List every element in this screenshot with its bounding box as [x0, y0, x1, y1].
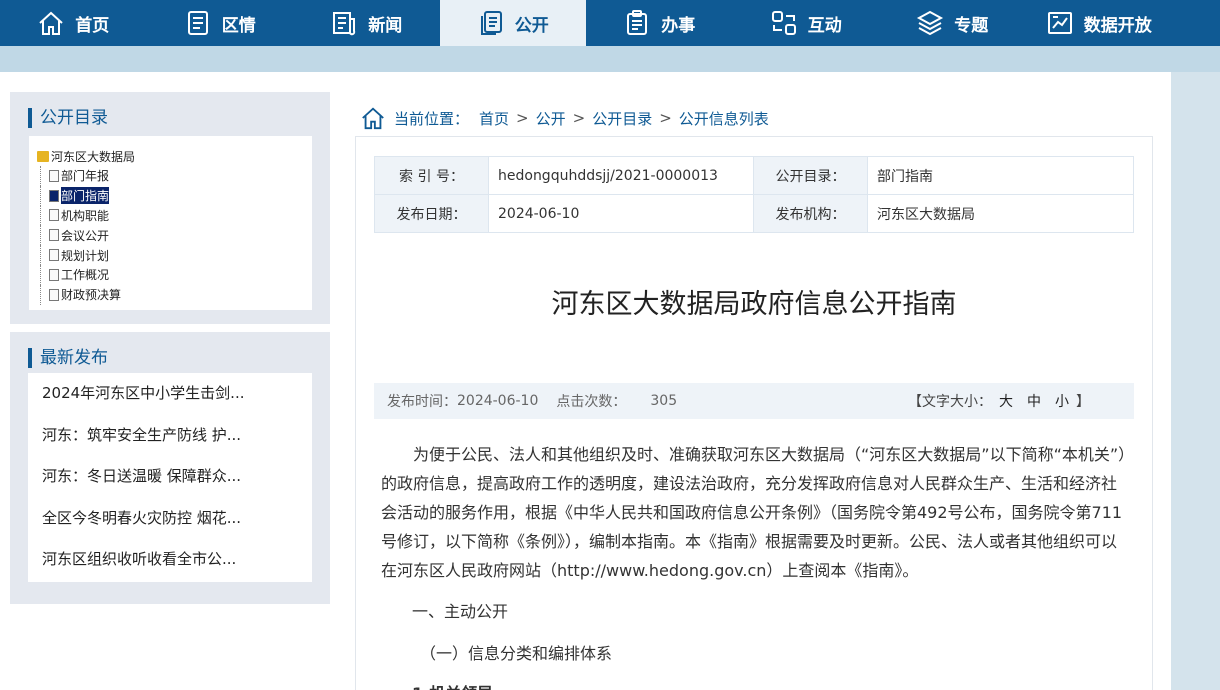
top-navigation: 首页 区情 新闻 公开 办事 互动 专题 数据开放	[0, 0, 1220, 46]
latest-item[interactable]: 全区今冬明春火灾防控 烟花...	[28, 498, 312, 540]
layers-icon	[917, 10, 944, 36]
document-icon	[187, 11, 208, 35]
breadcrumb-separator: >	[659, 109, 672, 127]
latest-item[interactable]: 2024年河东区中小学生击剑...	[28, 373, 312, 415]
font-small-button[interactable]: 小	[1055, 391, 1069, 411]
nav-item-news[interactable]: 新闻	[293, 0, 440, 46]
publish-time-label: 发布时间：	[387, 394, 457, 410]
files-icon	[480, 11, 502, 35]
catalog-label: 公开目录：	[753, 156, 868, 195]
tree-item-label: 规划计划	[61, 248, 110, 263]
latest-list: 2024年河东区中小学生击剑... 河东：筑牢安全生产防线 护... 河东：冬日…	[28, 373, 312, 582]
document-icon	[49, 229, 59, 242]
home-icon	[39, 11, 63, 35]
catalog-box: 公开目录 河东区大数据局 部门年报 部门指南 机构职能 会议公开 规划计划 工作…	[10, 92, 330, 324]
breadcrumb-prefix: 当前位置：	[394, 109, 470, 128]
tree-item-label: 部门指南	[61, 187, 110, 205]
nav-item-interaction[interactable]: 互动	[733, 0, 880, 46]
item-heading: 1.机关领导	[412, 680, 493, 690]
newspaper-icon	[333, 12, 356, 36]
font-size-open: 【文字大小：	[908, 394, 992, 410]
document-title: 河东区大数据局政府信息公开指南	[551, 289, 957, 320]
font-size-close: 】	[1076, 394, 1090, 410]
nav-label: 公开	[514, 15, 549, 36]
breadcrumb-list[interactable]: 公开信息列表	[679, 108, 769, 129]
data-chart-icon	[1047, 12, 1072, 34]
document-icon	[49, 268, 59, 281]
font-medium-button[interactable]: 中	[1027, 391, 1041, 411]
font-large-button[interactable]: 大	[999, 391, 1013, 411]
document-icon	[49, 209, 59, 222]
nav-item-open[interactable]: 公开	[439, 0, 586, 46]
tree-item-selected[interactable]: 部门指南	[39, 185, 121, 206]
index-value: hedongquhddsjj/2021-0000013	[488, 156, 754, 195]
nav-label: 区情	[221, 15, 256, 36]
section-heading: 一、主动公开	[412, 602, 509, 621]
tree-item[interactable]: 工作概况	[39, 264, 121, 285]
tree-item-label: 机构职能	[61, 208, 110, 223]
nav-item-open-data[interactable]: 数据开放	[1026, 0, 1173, 46]
publish-time: 2024-06-10	[457, 393, 539, 409]
tree-item[interactable]: 部门年报	[39, 166, 121, 186]
breadcrumb-home[interactable]: 首页	[479, 108, 509, 129]
index-label: 索 引 号：	[374, 156, 489, 195]
catalog-value: 部门指南	[867, 156, 1134, 195]
date-value: 2024-06-10	[488, 194, 754, 233]
tree-item-label: 工作概况	[61, 268, 110, 283]
document-icon	[49, 189, 59, 202]
tree-item[interactable]: 财政预决算	[39, 284, 122, 305]
home-icon	[362, 107, 384, 130]
folder-icon	[37, 151, 49, 162]
latest-item[interactable]: 河东区组织收听收看全市公...	[28, 539, 312, 581]
nav-label: 首页	[75, 15, 110, 36]
latest-item[interactable]: 河东：筑牢安全生产防线 护...	[28, 415, 312, 457]
nav-label: 互动	[807, 15, 842, 36]
org-value: 河东区大数据局	[867, 194, 1134, 233]
tree-list: 部门年报 部门指南 机构职能 会议公开 规划计划 工作概况 财政预决算	[39, 166, 122, 305]
tree-item[interactable]: 规划计划	[39, 245, 121, 265]
clicks-label: 点击次数：	[556, 394, 627, 410]
breadcrumb-catalog[interactable]: 公开目录	[592, 108, 652, 129]
nav-item-services[interactable]: 办事	[586, 0, 733, 46]
body-paragraph: 为便于公民、法人和其他组织及时、准确获取河东区大数据局（“河东区大数据局”以下简…	[381, 445, 1127, 580]
tree-root-label: 河东区大数据局	[51, 150, 136, 164]
nav-label: 专题	[954, 15, 989, 36]
tree-item[interactable]: 机构职能	[39, 205, 121, 226]
tree-item-label: 部门年报	[61, 169, 110, 184]
tree-item-label: 会议公开	[61, 228, 110, 243]
nav-label: 新闻	[368, 15, 403, 36]
tree-item[interactable]: 会议公开	[39, 225, 121, 245]
latest-box: 最新发布 2024年河东区中小学生击剑... 河东：筑牢安全生产防线 护... …	[10, 332, 330, 604]
document-icon	[49, 249, 59, 262]
tree-item-label: 财政预决算	[61, 288, 122, 303]
sub-band	[0, 46, 1220, 72]
meta-table: 索 引 号： hedongquhddsjj/2021-0000013 公开目录：…	[374, 156, 1134, 233]
font-size-control: 【文字大小： 大 中 小 】	[908, 383, 1090, 419]
nav-item-topics[interactable]: 专题	[879, 0, 1026, 46]
interaction-icon	[771, 11, 796, 35]
clicks-count: 305	[650, 393, 678, 409]
subsection-heading: （一）信息分类和编排体系	[420, 644, 613, 663]
org-label: 发布机构：	[753, 194, 868, 233]
latest-title: 最新发布	[28, 348, 108, 368]
document-icon	[49, 288, 59, 301]
document-icon	[49, 169, 59, 182]
document-body: 为便于公民、法人和其他组织及时、准确获取河东区大数据局（“河东区大数据局”以下简…	[381, 440, 1131, 585]
catalog-tree: 河东区大数据局 部门年报 部门指南 机构职能 会议公开 规划计划 工作概况 财政…	[29, 136, 312, 310]
nav-label: 办事	[661, 15, 696, 36]
breadcrumb-open[interactable]: 公开	[536, 108, 566, 129]
catalog-title: 公开目录	[28, 108, 108, 128]
breadcrumb-separator: >	[516, 109, 529, 127]
tree-root[interactable]: 河东区大数据局	[37, 148, 135, 165]
nav-item-district[interactable]: 区情	[147, 0, 294, 46]
info-bar: 发布时间： 2024-06-10 点击次数： 305 【文字大小： 大 中 小 …	[374, 383, 1134, 419]
date-label: 发布日期：	[374, 194, 489, 233]
breadcrumb: 当前位置： 首页 > 公开 > 公开目录 > 公开信息列表	[360, 104, 769, 132]
nav-item-home[interactable]: 首页	[0, 0, 147, 46]
latest-item[interactable]: 河东：冬日送温暖 保障群众...	[28, 456, 312, 498]
breadcrumb-separator: >	[572, 109, 586, 127]
clipboard-icon	[627, 10, 648, 35]
nav-label: 数据开放	[1083, 15, 1152, 36]
